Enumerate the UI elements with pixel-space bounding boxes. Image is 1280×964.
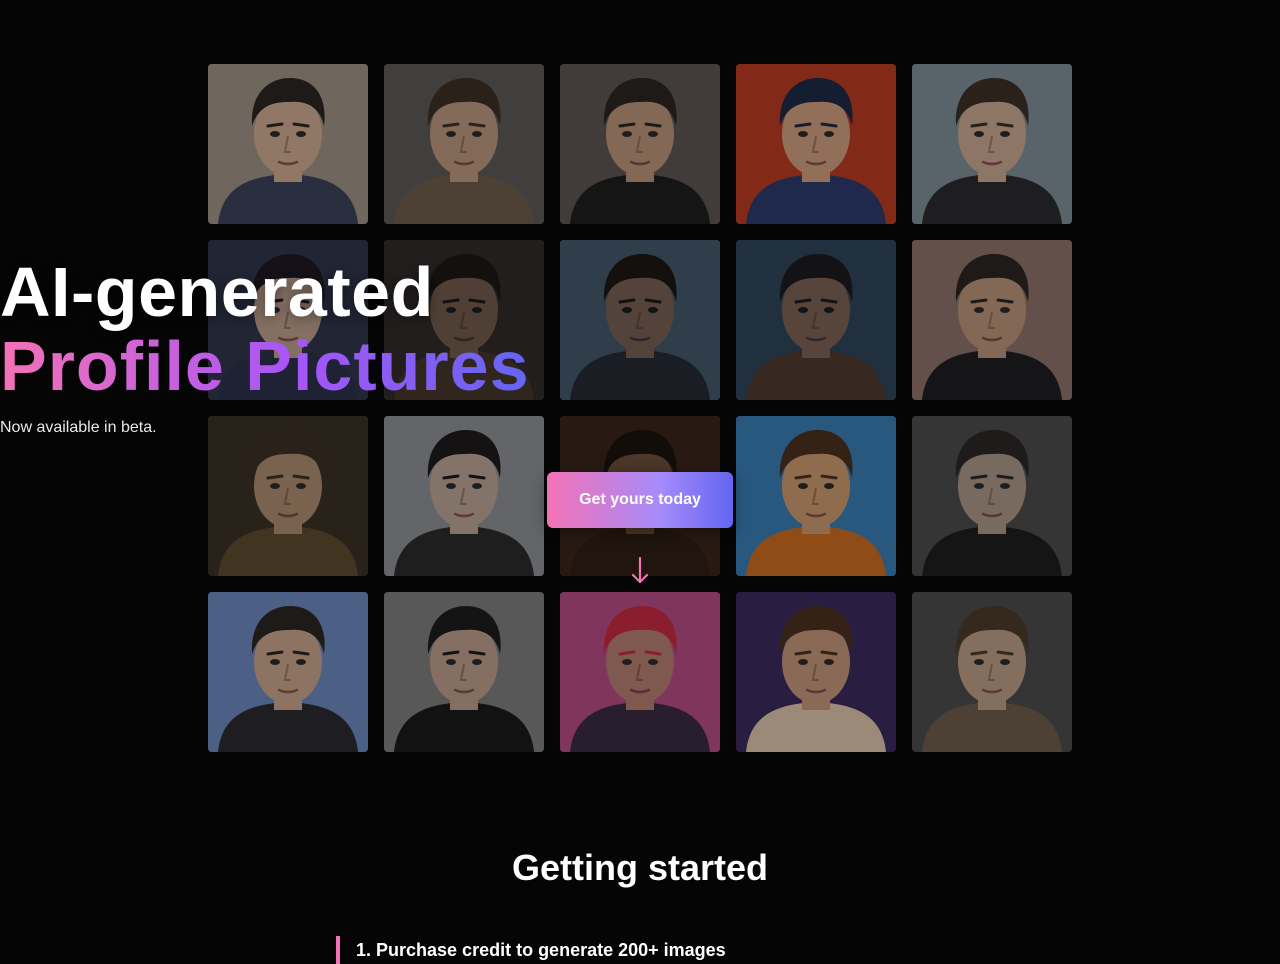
portrait-overlay	[560, 64, 720, 224]
hero-headline-gradient: Profile Pictures	[0, 326, 1280, 406]
portrait-tile	[912, 64, 1072, 224]
portrait-tile	[208, 416, 368, 576]
get-yours-today-button[interactable]: Get yours today	[547, 472, 733, 528]
portrait-overlay	[560, 592, 720, 752]
portrait-tile	[736, 592, 896, 752]
portrait-tile	[384, 592, 544, 752]
portrait-tile	[208, 64, 368, 224]
portrait-tile	[384, 416, 544, 576]
portrait-tile	[208, 592, 368, 752]
portrait-tile	[912, 592, 1072, 752]
arrow-down-icon[interactable]	[628, 554, 652, 586]
hero-section: AI-generated Profile Pictures Now availa…	[0, 0, 1280, 964]
portrait-tile	[560, 592, 720, 752]
portrait-overlay	[736, 416, 896, 576]
hero-headline-primary: AI-generated	[0, 253, 434, 331]
hero-subtitle: Now available in beta.	[0, 419, 157, 436]
portrait-overlay	[912, 64, 1072, 224]
hero-headline-gradient-text: Profile Pictures	[0, 327, 530, 405]
portrait-overlay	[912, 592, 1072, 752]
portrait-overlay	[736, 592, 896, 752]
portrait-overlay	[208, 592, 368, 752]
portrait-tile	[736, 64, 896, 224]
portrait-tile	[384, 64, 544, 224]
portrait-overlay	[384, 592, 544, 752]
portrait-overlay	[384, 416, 544, 576]
getting-started-heading: Getting started	[511, 847, 769, 888]
portrait-overlay	[208, 416, 368, 576]
portrait-grid	[208, 64, 1072, 752]
portrait-overlay	[384, 64, 544, 224]
portrait-tile	[912, 416, 1072, 576]
portrait-overlay	[736, 64, 896, 224]
portrait-tile	[736, 416, 896, 576]
portrait-overlay	[208, 64, 368, 224]
portrait-tile	[560, 64, 720, 224]
portrait-overlay	[912, 416, 1072, 576]
